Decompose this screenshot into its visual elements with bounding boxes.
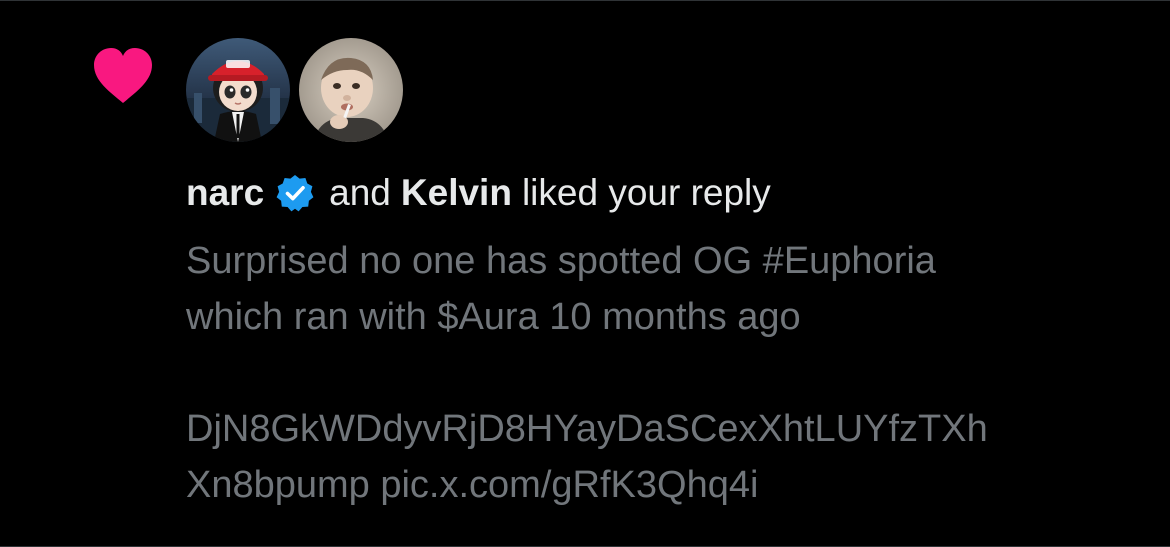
avatar-kelvin[interactable] — [299, 38, 403, 142]
reply-line-3: DjN8GkWDdyvRjD8HYayDaSCexXhtLUYfzTXh — [186, 408, 988, 450]
reply-line-4: Xn8bpump pic.x.com/gRfK3Qhq4i — [186, 464, 759, 506]
reply-line-1: Surprised no one has spotted OG #Euphori… — [186, 240, 936, 282]
reply-line-2: which ran with $Aura 10 months ago — [186, 296, 801, 338]
reply-text[interactable]: Surprised no one has spotted OG #Euphori… — [186, 233, 1146, 513]
user-name-narc[interactable]: narc — [186, 172, 264, 214]
verified-badge-icon — [275, 173, 315, 213]
notification-headline: narc and Kelvin liked your reply — [186, 168, 771, 218]
connector-text: and — [329, 172, 391, 213]
like-notification[interactable]: narc and Kelvin liked your reply Surpris… — [0, 0, 1170, 547]
user-name-kelvin[interactable]: Kelvin — [401, 172, 512, 214]
avatar-narc[interactable] — [186, 38, 290, 142]
heart-icon — [92, 47, 154, 105]
action-text: liked your reply — [521, 172, 771, 213]
